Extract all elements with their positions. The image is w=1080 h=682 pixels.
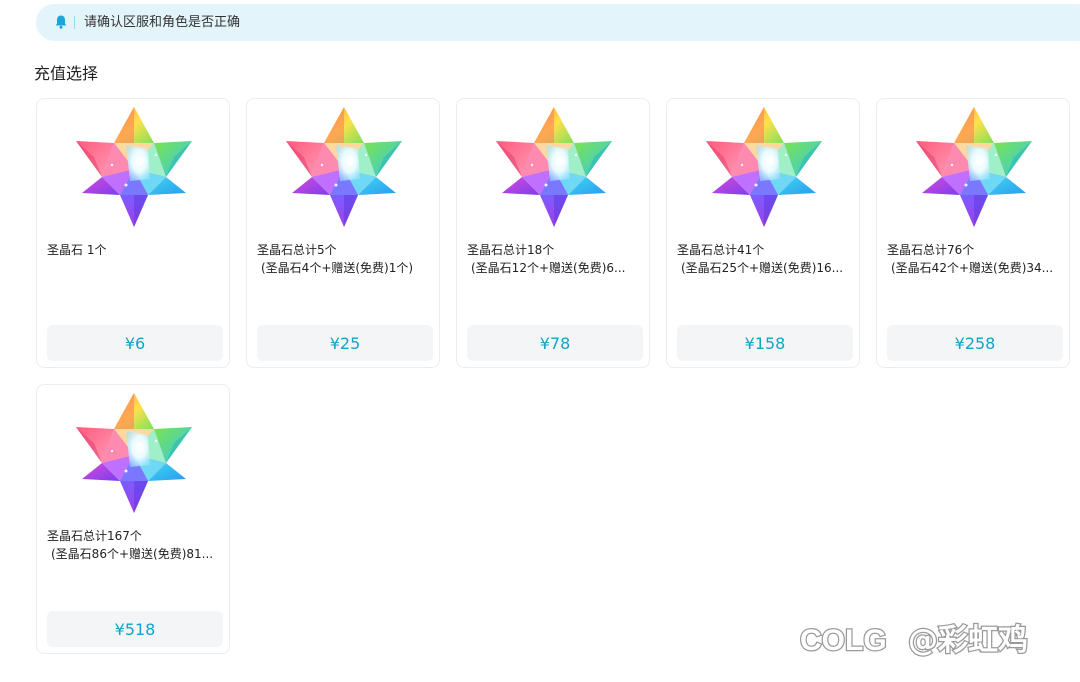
product-description: 圣晶石总计5个 (圣晶石4个+赠送(免费)1个) bbox=[257, 241, 435, 277]
product-name: 圣晶石总计76个 bbox=[887, 243, 975, 257]
notice-text: 请确认区服和角色是否正确 bbox=[84, 15, 241, 30]
product-detail: (圣晶石86个+赠送(免费)81... bbox=[51, 547, 214, 561]
product-detail: (圣晶石25个+赠送(免费)16... bbox=[681, 261, 844, 275]
bell-icon bbox=[55, 15, 67, 29]
saint-quartz-icon bbox=[494, 105, 614, 229]
product-description: 圣晶石总计41个 (圣晶石25个+赠送(免费)16... bbox=[677, 241, 855, 277]
product-name: 圣晶石总计41个 bbox=[677, 243, 765, 257]
product-card[interactable]: 圣晶石总计18个 (圣晶石12个+赠送(免费)6... ¥78 bbox=[456, 98, 650, 368]
product-card[interactable]: 圣晶石总计5个 (圣晶石4个+赠送(免费)1个) ¥25 bbox=[246, 98, 440, 368]
product-name: 圣晶石总计167个 bbox=[47, 529, 142, 543]
product-detail: (圣晶石4个+赠送(免费)1个) bbox=[261, 261, 414, 275]
product-card[interactable]: 圣晶石总计76个 (圣晶石42个+赠送(免费)34... ¥258 bbox=[876, 98, 1070, 368]
product-card[interactable]: 圣晶石总计41个 (圣晶石25个+赠送(免费)16... ¥158 bbox=[666, 98, 860, 368]
section-title: 充值选择 bbox=[34, 64, 99, 83]
notice-divider bbox=[74, 16, 75, 29]
price-button[interactable]: ¥6 bbox=[47, 325, 223, 361]
price-button[interactable]: ¥78 bbox=[467, 325, 643, 361]
saint-quartz-icon bbox=[74, 105, 194, 229]
product-detail: (圣晶石42个+赠送(免费)34... bbox=[891, 261, 1054, 275]
product-card[interactable]: 圣晶石总计167个 (圣晶石86个+赠送(免费)81... ¥518 bbox=[36, 384, 230, 654]
product-description: 圣晶石 1个 bbox=[47, 241, 225, 259]
product-name: 圣晶石 1个 bbox=[47, 243, 107, 257]
colg-watermark: COLG @彩虹鸡 bbox=[799, 622, 1030, 660]
product-description: 圣晶石总计167个 (圣晶石86个+赠送(免费)81... bbox=[47, 527, 225, 563]
notice-bar: 请确认区服和角色是否正确 bbox=[36, 4, 1080, 41]
watermark-handle: @彩虹鸡 bbox=[908, 623, 1028, 658]
price-button[interactable]: ¥518 bbox=[47, 611, 223, 647]
saint-quartz-icon bbox=[284, 105, 404, 229]
price-button[interactable]: ¥158 bbox=[677, 325, 853, 361]
product-description: 圣晶石总计76个 (圣晶石42个+赠送(免费)34... bbox=[887, 241, 1065, 277]
product-description: 圣晶石总计18个 (圣晶石12个+赠送(免费)6... bbox=[467, 241, 645, 277]
price-button[interactable]: ¥258 bbox=[887, 325, 1063, 361]
price-button[interactable]: ¥25 bbox=[257, 325, 433, 361]
watermark-logo: COLG bbox=[800, 624, 887, 657]
saint-quartz-icon bbox=[704, 105, 824, 229]
product-name: 圣晶石总计18个 bbox=[467, 243, 555, 257]
product-card[interactable]: 圣晶石 1个 ¥6 bbox=[36, 98, 230, 368]
product-name: 圣晶石总计5个 bbox=[257, 243, 337, 257]
saint-quartz-icon bbox=[74, 391, 194, 515]
saint-quartz-icon bbox=[914, 105, 1034, 229]
product-detail: (圣晶石12个+赠送(免费)6... bbox=[471, 261, 626, 275]
